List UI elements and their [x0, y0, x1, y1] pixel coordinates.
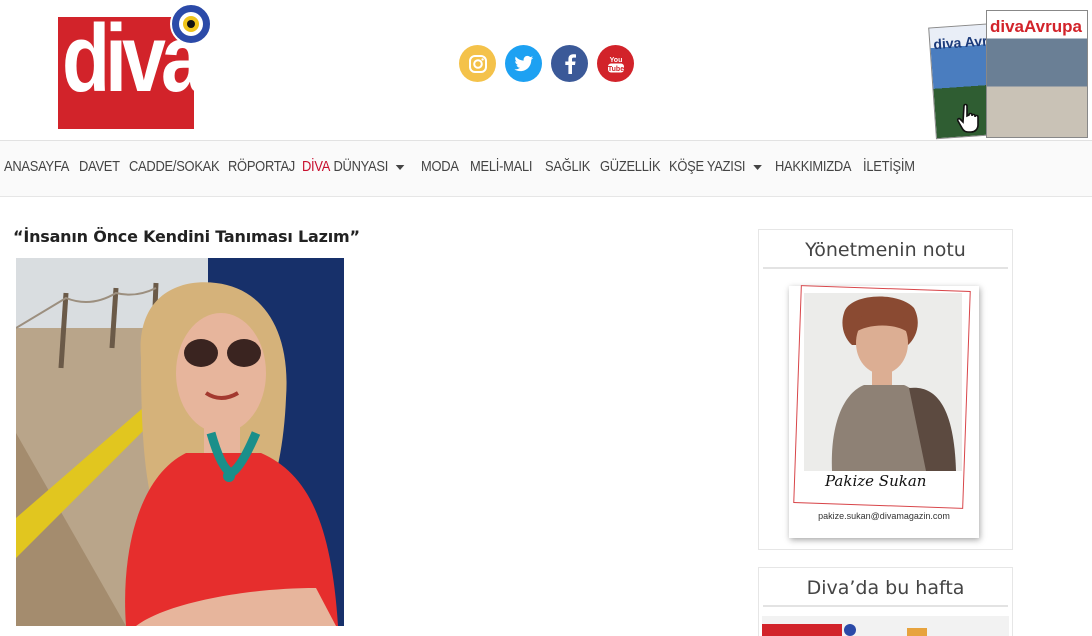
- this-week-cover[interactable]: [762, 616, 1009, 636]
- magazine-cover-title: divaAvrupa: [990, 17, 1082, 36]
- nav-item-iletisim[interactable]: İLETİŞİM: [863, 158, 915, 175]
- nav-item-guzellik[interactable]: GÜZELLİK: [600, 158, 661, 175]
- svg-text:Tube: Tube: [607, 65, 623, 72]
- evil-eye-icon: [170, 3, 212, 45]
- site-header: diva You Tube diva Avrupa divaAvrupa: [0, 0, 1092, 140]
- dropdown-caret-icon: [395, 165, 405, 170]
- widget-divider: [763, 605, 1008, 607]
- nav-item-roportaj[interactable]: RÖPORTAJ: [228, 158, 295, 175]
- nav-item-hakkimizda[interactable]: HAKKIMIZDA: [775, 158, 852, 175]
- nav-item-saglik[interactable]: SAĞLIK: [545, 158, 590, 175]
- nav-item-moda[interactable]: MODA: [421, 158, 459, 175]
- nav-item-cadde-sokak[interactable]: CADDE/SOKAK: [129, 158, 220, 175]
- hand-cursor-icon: [956, 103, 979, 133]
- magazine-covers[interactable]: diva Avrupa divaAvrupa: [928, 10, 1090, 140]
- dropdown-caret-icon: [753, 165, 762, 170]
- instagram-icon[interactable]: [459, 45, 496, 82]
- widget-title: Yönetmenin notu: [805, 239, 966, 261]
- nav-item-anasayfa[interactable]: ANASAYFA: [4, 158, 69, 175]
- magazine-cover: divaAvrupa: [986, 10, 1088, 138]
- widget-title: Diva’da bu hafta: [806, 577, 965, 599]
- article-photo[interactable]: [16, 258, 344, 626]
- nav-item-meli-mali[interactable]: MELİ-MALI: [470, 158, 532, 175]
- nav-item-davet[interactable]: DAVET: [79, 158, 120, 175]
- editor-photo[interactable]: [804, 293, 962, 471]
- editor-note-widget: Yönetmenin notu Pakize Sukan pakize.suka…: [758, 229, 1013, 550]
- this-week-widget: Diva’da bu hafta: [758, 567, 1013, 636]
- youtube-icon[interactable]: You Tube: [597, 45, 634, 82]
- main-nav: ANASAYFA DAVET CADDE/SOKAK RÖPORTAJ DİVA…: [0, 140, 1092, 197]
- twitter-icon[interactable]: [505, 45, 542, 82]
- widget-divider: [763, 267, 1008, 269]
- editor-signature: Pakize Sukan: [825, 472, 927, 490]
- nav-item-diva-dunyasi[interactable]: DİVA DÜNYASI: [302, 158, 405, 175]
- svg-text:You: You: [609, 57, 622, 64]
- facebook-icon[interactable]: [551, 45, 588, 82]
- article-title[interactable]: “İnsanın Önce Kendini Tanıması Lazım”: [13, 227, 360, 246]
- nav-item-kose-yazisi[interactable]: KÖŞE YAZISI: [669, 158, 762, 175]
- editor-email[interactable]: pakize.sukan@divamagazin.com: [789, 511, 979, 521]
